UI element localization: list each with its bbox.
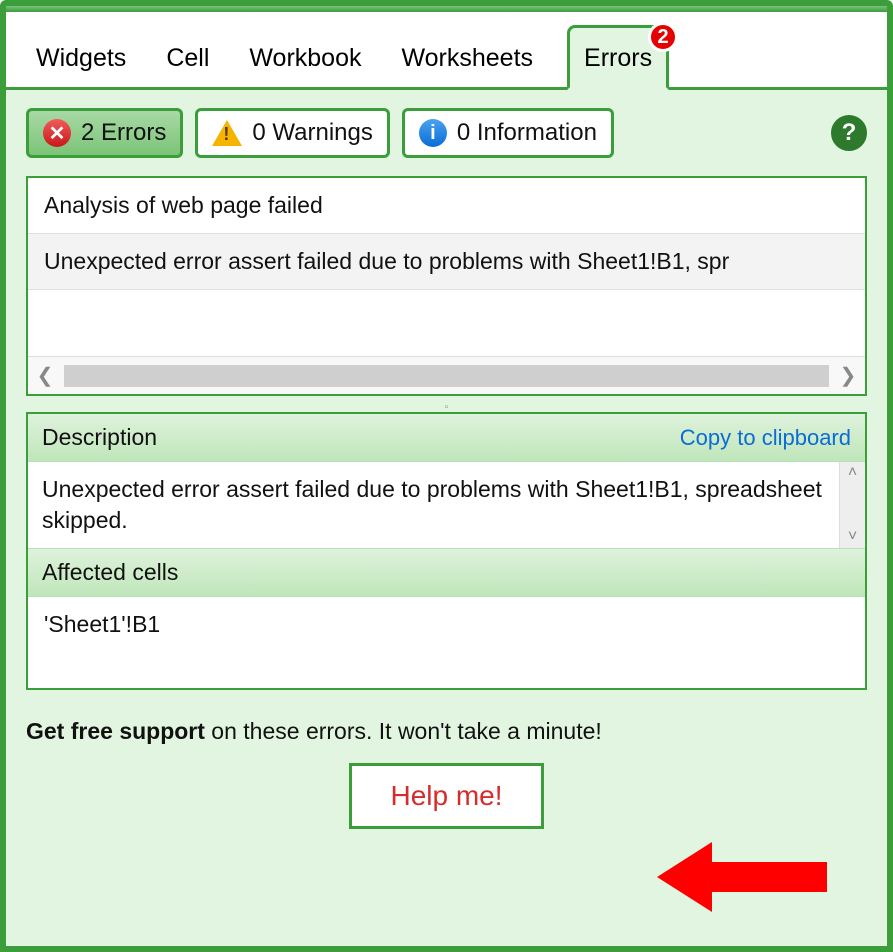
vertical-scrollbar[interactable]: ˄ ˅ xyxy=(839,462,865,548)
help-icon-button[interactable]: ? xyxy=(831,115,867,151)
error-item-row[interactable]: Unexpected error assert failed due to pr… xyxy=(28,234,865,290)
tab-worksheets[interactable]: Worksheets xyxy=(395,26,539,87)
errors-count-badge: 2 xyxy=(648,22,678,52)
affected-cells-value: 'Sheet1'!B1 xyxy=(28,597,865,688)
filter-info-label: 0 Information xyxy=(457,119,597,147)
tab-errors-label: Errors xyxy=(584,44,652,72)
tab-workbook[interactable]: Workbook xyxy=(243,26,367,87)
support-rest-text: on these errors. It won't take a minute! xyxy=(205,718,602,744)
scroll-track[interactable] xyxy=(64,365,829,387)
tab-errors[interactable]: Errors 2 xyxy=(567,25,669,90)
errors-content: ✕ 2 Errors 0 Warnings i 0 Information ? … xyxy=(6,90,887,946)
copy-to-clipboard-link[interactable]: Copy to clipboard xyxy=(680,425,851,451)
error-list: Analysis of web page failed Unexpected e… xyxy=(26,176,867,396)
help-me-button[interactable]: Help me! xyxy=(349,763,543,829)
scroll-left-icon[interactable]: ❮ xyxy=(28,363,62,388)
description-header: Description Copy to clipboard xyxy=(28,414,865,462)
tab-widgets[interactable]: Widgets xyxy=(30,26,132,87)
description-body: Unexpected error assert failed due to pr… xyxy=(28,462,865,549)
description-panel: Description Copy to clipboard Unexpected… xyxy=(26,412,867,690)
support-bold-text: Get free support xyxy=(26,718,205,744)
filter-row: ✕ 2 Errors 0 Warnings i 0 Information ? xyxy=(26,108,867,158)
warning-icon xyxy=(212,120,242,146)
scroll-down-icon[interactable]: ˅ xyxy=(848,526,857,548)
filter-errors-label: 2 Errors xyxy=(81,119,166,147)
errors-pane: Widgets Cell Workbook Worksheets Errors … xyxy=(0,0,893,952)
tab-strip: Widgets Cell Workbook Worksheets Errors … xyxy=(6,12,887,90)
error-group-row[interactable]: Analysis of web page failed xyxy=(28,178,865,234)
scroll-right-icon[interactable]: ❯ xyxy=(831,363,865,388)
filter-warnings-label: 0 Warnings xyxy=(252,119,373,147)
info-icon: i xyxy=(419,119,447,147)
tab-cell[interactable]: Cell xyxy=(160,26,215,87)
support-footer: Get free support on these errors. It won… xyxy=(26,718,867,829)
splitter-handle[interactable]: ▫ xyxy=(26,402,867,410)
filter-warnings-button[interactable]: 0 Warnings xyxy=(195,108,390,158)
horizontal-scrollbar[interactable]: ❮ ❯ xyxy=(28,356,865,394)
description-text: Unexpected error assert failed due to pr… xyxy=(28,462,839,548)
filter-errors-button[interactable]: ✕ 2 Errors xyxy=(26,108,183,158)
affected-cells-header: Affected cells xyxy=(28,549,865,597)
filter-info-button[interactable]: i 0 Information xyxy=(402,108,614,158)
scroll-up-icon[interactable]: ˄ xyxy=(848,462,857,484)
error-icon: ✕ xyxy=(43,119,71,147)
description-header-label: Description xyxy=(42,424,157,451)
attention-arrow-icon xyxy=(657,842,827,912)
